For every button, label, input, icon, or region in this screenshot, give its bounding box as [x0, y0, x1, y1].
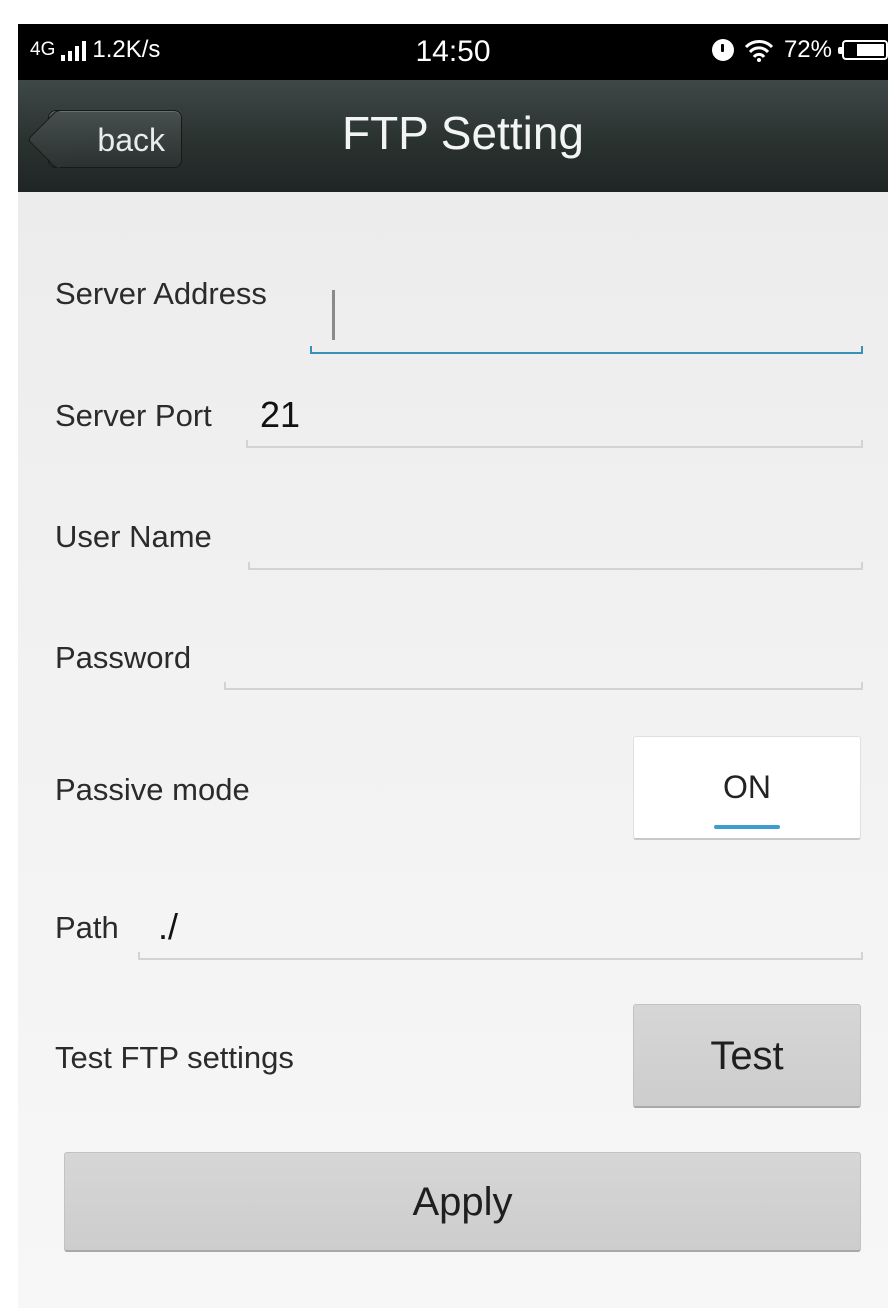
password-input[interactable] [224, 634, 863, 690]
path-value: ./ [158, 906, 179, 947]
server-address-input[interactable] [310, 272, 863, 354]
test-ftp-label: Test FTP settings [55, 1040, 294, 1075]
passive-mode-label: Passive mode [55, 772, 250, 807]
passive-mode-state: ON [723, 769, 771, 805]
phone-screen: 4G 1.2K/s 14:50 72% back FTP Setting Ser… [18, 24, 888, 1308]
title-bar: back FTP Setting [18, 80, 888, 192]
alarm-icon [711, 39, 734, 61]
password-underline [224, 682, 863, 690]
battery-percent: 72% [783, 36, 832, 63]
path-underline [138, 952, 863, 960]
status-bar: 4G 1.2K/s 14:50 72% [18, 24, 888, 80]
password-label: Password [55, 640, 192, 675]
user-name-input[interactable] [248, 514, 863, 570]
toggle-indicator [714, 825, 780, 829]
server-port-value: 21 [260, 394, 301, 435]
server-port-underline [246, 440, 863, 448]
page-title: FTP Setting [341, 107, 585, 159]
passive-mode-toggle[interactable]: ON [633, 736, 861, 840]
user-name-label: User Name [55, 519, 212, 554]
test-button[interactable]: Test [633, 1004, 861, 1108]
server-port-label: Server Port [55, 398, 212, 433]
wifi-icon [744, 40, 774, 62]
text-cursor [332, 290, 335, 340]
status-right: 72% [711, 36, 888, 64]
battery-icon [838, 40, 888, 60]
apply-button[interactable]: Apply [64, 1152, 861, 1252]
user-name-underline [248, 562, 863, 570]
server-address-underline [310, 346, 863, 354]
server-address-label: Server Address [55, 276, 267, 311]
server-port-input[interactable]: 21 [246, 392, 863, 448]
path-label: Path [55, 910, 119, 945]
path-input[interactable]: ./ [138, 902, 863, 960]
